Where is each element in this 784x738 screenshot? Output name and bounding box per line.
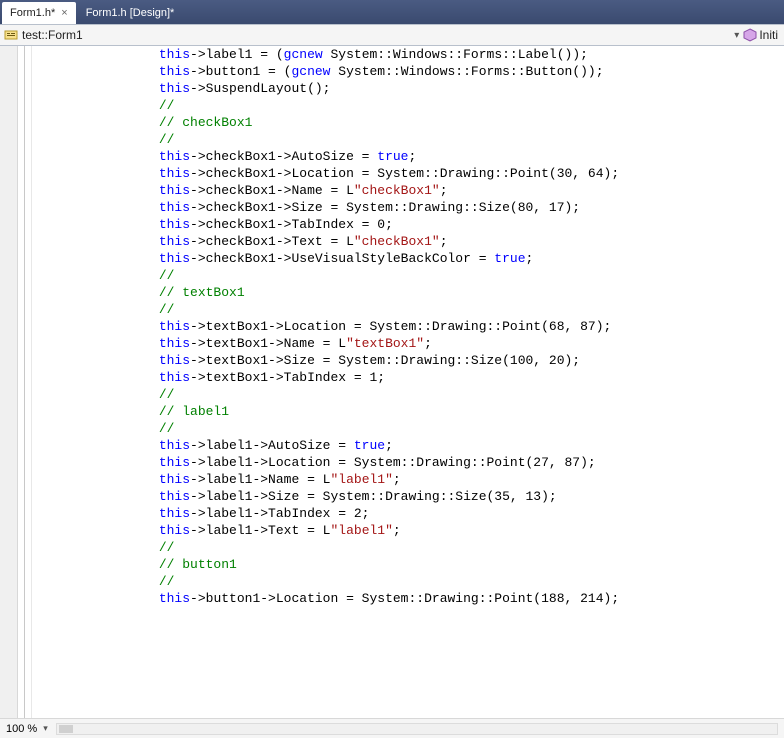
method-icon: [743, 28, 757, 42]
code-line[interactable]: this->button1 = (gcnew System::Windows::…: [34, 63, 784, 80]
code-line[interactable]: this->label1->Size = System::Drawing::Si…: [34, 488, 784, 505]
outline-guide: [24, 46, 25, 718]
code-line[interactable]: this->label1->Text = L"label1";: [34, 522, 784, 539]
chevron-down-icon[interactable]: ▾: [43, 723, 48, 734]
code-line[interactable]: this->checkBox1->Size = System::Drawing:…: [34, 199, 784, 216]
chevron-down-icon[interactable]: ▾: [730, 30, 743, 41]
tab-form1-h[interactable]: Form1.h* ×: [2, 2, 76, 24]
code-line[interactable]: this->label1->AutoSize = true;: [34, 437, 784, 454]
code-line[interactable]: // label1: [34, 403, 784, 420]
close-icon[interactable]: ×: [61, 7, 67, 19]
member-dropdown[interactable]: Initi: [759, 28, 780, 42]
code-line[interactable]: this->label1->TabIndex = 2;: [34, 505, 784, 522]
code-editor[interactable]: this->label1 = (gcnew System::Windows::F…: [0, 46, 784, 718]
code-line[interactable]: this->label1->Name = L"label1";: [34, 471, 784, 488]
zoom-level[interactable]: 100 %: [6, 723, 37, 735]
code-line[interactable]: // textBox1: [34, 284, 784, 301]
code-line[interactable]: this->checkBox1->UseVisualStyleBackColor…: [34, 250, 784, 267]
editor-status-bar: 100 % ▾: [0, 718, 784, 738]
tab-label: Form1.h*: [10, 7, 55, 19]
class-icon: [4, 28, 18, 42]
code-line[interactable]: this->SuspendLayout();: [34, 80, 784, 97]
code-line[interactable]: this->checkBox1->TabIndex = 0;: [34, 216, 784, 233]
code-line[interactable]: this->label1 = (gcnew System::Windows::F…: [34, 46, 784, 63]
code-line[interactable]: //: [34, 573, 784, 590]
outlining-margin: [18, 46, 32, 718]
code-line[interactable]: this->checkBox1->AutoSize = true;: [34, 148, 784, 165]
scope-dropdown[interactable]: test::Form1: [22, 28, 730, 42]
code-line[interactable]: this->checkBox1->Location = System::Draw…: [34, 165, 784, 182]
tab-label: Form1.h [Design]*: [86, 7, 175, 19]
code-line[interactable]: this->textBox1->TabIndex = 1;: [34, 369, 784, 386]
code-line[interactable]: //: [34, 131, 784, 148]
document-tab-bar: Form1.h* × Form1.h [Design]*: [0, 0, 784, 24]
code-line[interactable]: this->checkBox1->Name = L"checkBox1";: [34, 182, 784, 199]
code-line[interactable]: this->textBox1->Size = System::Drawing::…: [34, 352, 784, 369]
code-line[interactable]: //: [34, 267, 784, 284]
code-line[interactable]: //: [34, 301, 784, 318]
code-line[interactable]: this->textBox1->Name = L"textBox1";: [34, 335, 784, 352]
tab-form1-h-design[interactable]: Form1.h [Design]*: [78, 2, 183, 24]
navigation-bar: test::Form1 ▾ Initi: [0, 24, 784, 46]
code-line[interactable]: //: [34, 539, 784, 556]
code-line[interactable]: this->checkBox1->Text = L"checkBox1";: [34, 233, 784, 250]
code-line[interactable]: //: [34, 97, 784, 114]
code-line[interactable]: this->label1->Location = System::Drawing…: [34, 454, 784, 471]
code-line[interactable]: this->textBox1->Location = System::Drawi…: [34, 318, 784, 335]
code-content[interactable]: this->label1 = (gcnew System::Windows::F…: [32, 46, 784, 718]
code-line[interactable]: // button1: [34, 556, 784, 573]
code-line[interactable]: //: [34, 420, 784, 437]
code-line[interactable]: this->button1->Location = System::Drawin…: [34, 590, 784, 607]
scrollbar-thumb[interactable]: [59, 725, 73, 733]
code-line[interactable]: // checkBox1: [34, 114, 784, 131]
code-line[interactable]: //: [34, 386, 784, 403]
horizontal-scrollbar[interactable]: [56, 723, 778, 735]
indicator-margin: [0, 46, 18, 718]
